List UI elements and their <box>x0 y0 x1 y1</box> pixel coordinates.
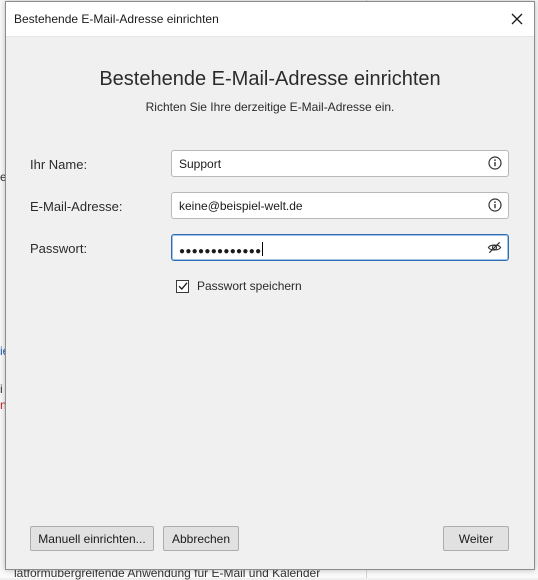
manual-setup-label: Manuell einrichten... <box>38 531 146 546</box>
eye-slash-icon[interactable] <box>487 240 502 255</box>
window-title: Bestehende E-Mail-Adresse einrichten <box>14 12 219 26</box>
manual-setup-button[interactable]: Manuell einrichten... <box>30 526 154 551</box>
name-value: Support <box>179 157 222 171</box>
cancel-button[interactable]: Abbrechen <box>163 526 239 551</box>
remember-password-label: Passwort speichern <box>197 279 302 293</box>
remember-password-checkbox[interactable] <box>176 279 189 293</box>
page-title: Bestehende E-Mail-Adresse einrichten <box>99 68 441 90</box>
password-label-text: Passwort: <box>30 241 88 256</box>
info-icon[interactable] <box>488 198 502 212</box>
setup-dialog: Bestehende E-Mail-Adresse einrichten Bes… <box>5 1 535 570</box>
text-caret <box>262 242 264 256</box>
name-field[interactable]: Support <box>171 150 509 177</box>
info-icon[interactable] <box>488 156 502 170</box>
password-value: ●●●●●●●●●●●●● <box>179 242 264 257</box>
next-button[interactable]: Weiter <box>443 526 509 551</box>
password-field[interactable]: ●●●●●●●●●●●●● <box>171 234 509 261</box>
remember-password-row[interactable]: Passwort speichern <box>176 278 302 294</box>
page-subtitle: Richten Sie Ihre derzeitige E-Mail-Adres… <box>145 100 395 114</box>
cancel-label: Abbrechen <box>171 531 231 546</box>
background-fragment: i <box>0 382 3 396</box>
next-label: Weiter <box>458 531 494 546</box>
email-value: keine@beispiel-welt.de <box>179 199 303 213</box>
email-label: E-Mail-Adresse: <box>30 199 122 214</box>
email-field[interactable]: keine@beispiel-welt.de <box>171 192 509 219</box>
dialog-titlebar: Bestehende E-Mail-Adresse einrichten <box>6 2 534 37</box>
name-label: Ihr Name: <box>30 157 87 172</box>
checkmark-icon <box>178 282 187 290</box>
close-button[interactable] <box>500 2 534 36</box>
email-label-text: E-Mail-Adresse: <box>30 199 123 214</box>
password-dots: ●●●●●●●●●●●●● <box>179 246 262 257</box>
name-label-text: Ihr Name: <box>30 157 88 172</box>
password-label: Passwort: <box>30 241 87 256</box>
close-icon <box>511 13 523 25</box>
